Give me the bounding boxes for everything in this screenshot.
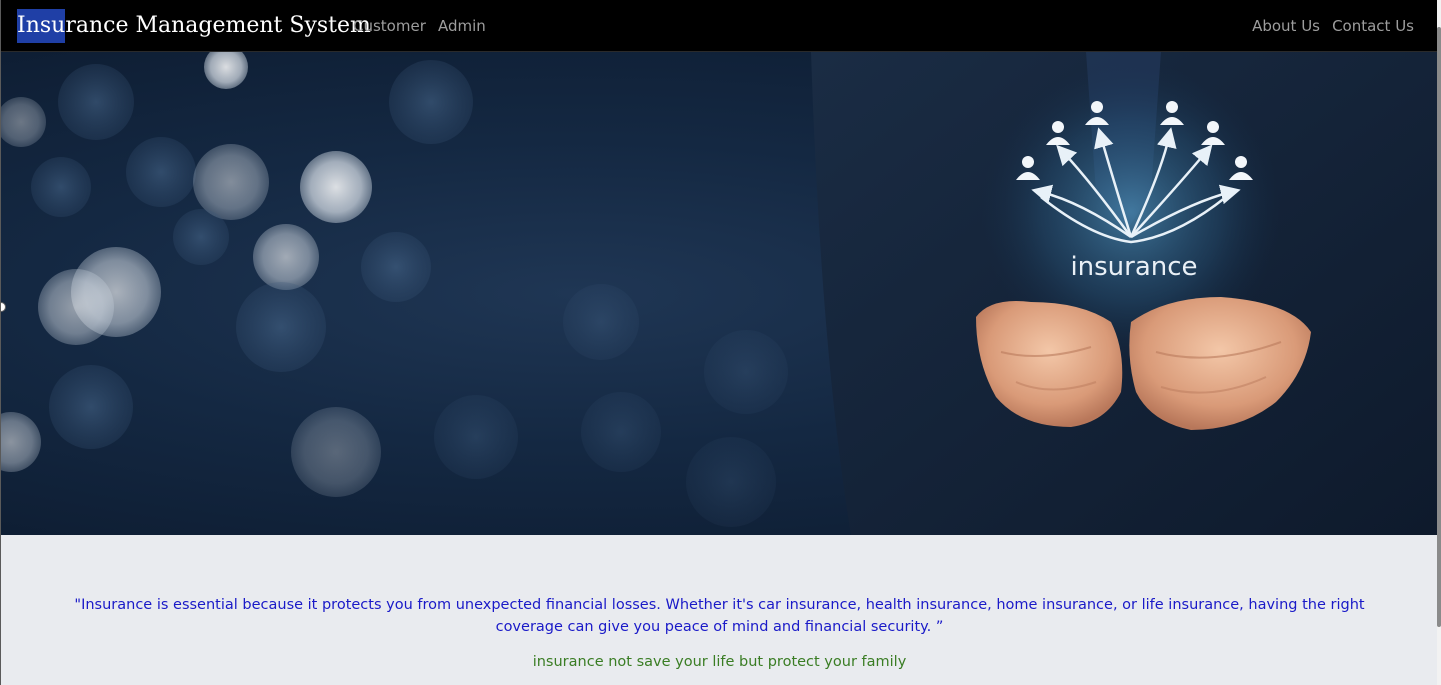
scrollbar-thumb[interactable] [1437, 27, 1441, 627]
businessman-figure [811, 52, 1438, 535]
content-section: "Insurance is essential because it prote… [1, 535, 1438, 685]
brand-title-rest: rance Management System [65, 13, 371, 38]
vertical-scrollbar[interactable] [1437, 0, 1441, 685]
nav-link-admin[interactable]: Admin [438, 16, 486, 36]
top-navbar: Insurance Management System Customer Adm… [1, 0, 1438, 52]
nav-link-about-us[interactable]: About Us [1252, 16, 1320, 36]
bokeh-lights [1, 52, 926, 527]
nav-link-contact-us[interactable]: Contact Us [1332, 16, 1414, 36]
tagline: insurance not save your life but protect… [532, 654, 907, 670]
brand-title-selected-text: Insu [17, 9, 66, 43]
page: Insurance Management System Customer Adm… [0, 0, 1441, 685]
hero-banner-word: insurance [1070, 252, 1197, 282]
insurance-hands-network-image: insurance [1, 52, 1438, 535]
hero-banner: insurance [1, 52, 1438, 535]
brand-title[interactable]: Insurance Management System [17, 9, 371, 43]
insurance-quote: "Insurance is essential because it prote… [74, 597, 1365, 635]
nav-link-customer[interactable]: Customer [353, 16, 426, 36]
